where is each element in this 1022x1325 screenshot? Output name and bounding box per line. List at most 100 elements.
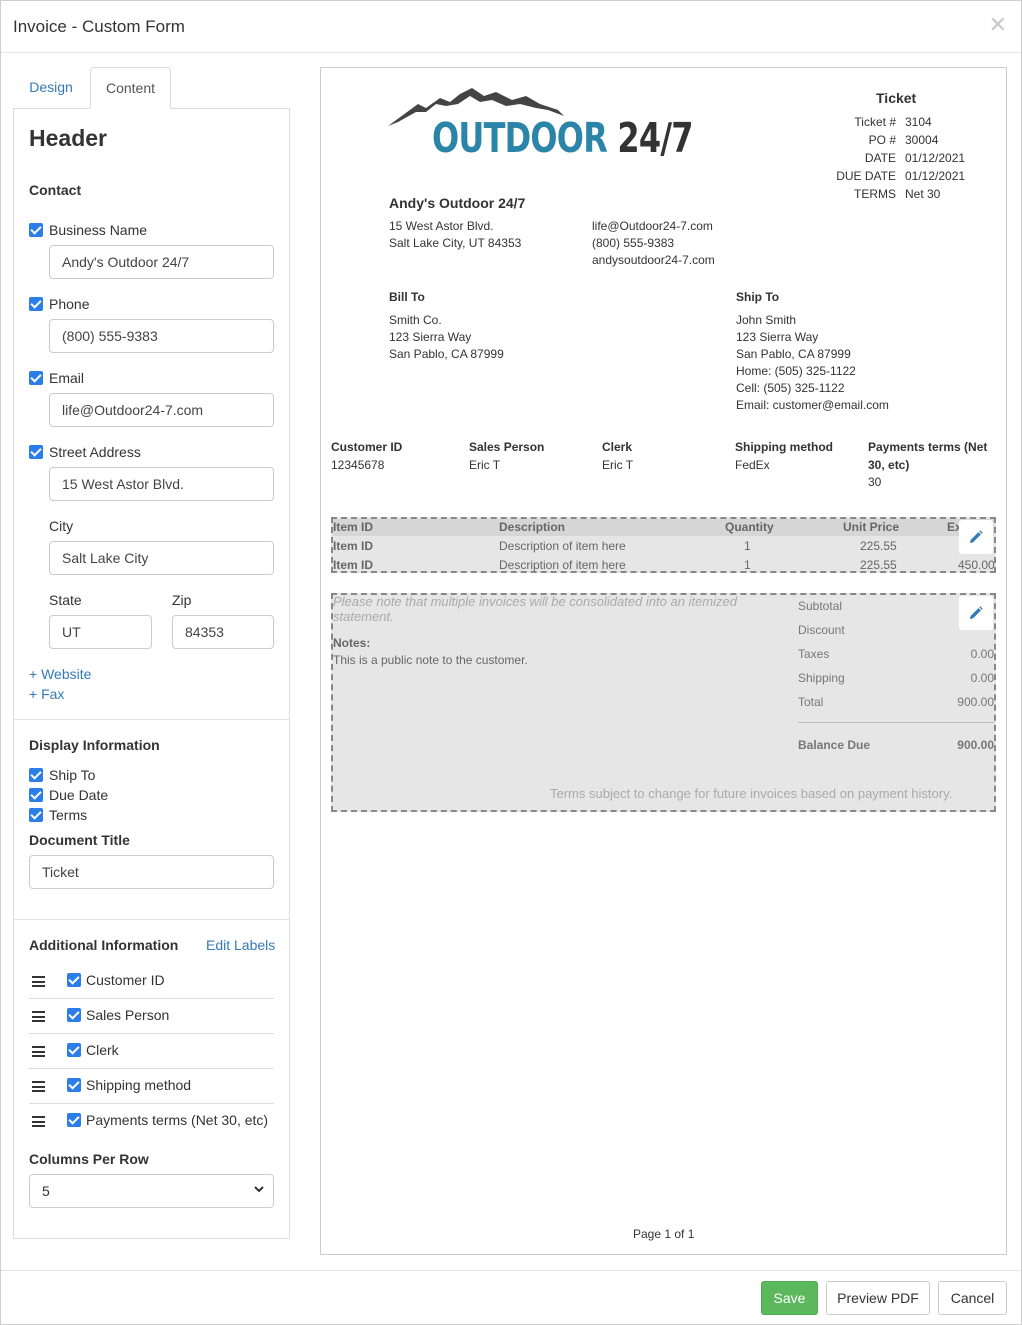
columns-per-row-label: Columns Per Row (29, 1151, 149, 1167)
checkbox-checked-icon[interactable] (67, 973, 81, 987)
checkbox-checked-icon[interactable] (29, 445, 43, 459)
meta-label: Ticket # (854, 115, 896, 129)
tab-design[interactable]: Design (13, 67, 89, 109)
sales-person-label: Sales Person (86, 1007, 170, 1023)
preview-pdf-button[interactable]: Preview PDF (826, 1281, 930, 1315)
email-checkbox[interactable]: Email (29, 369, 84, 387)
state-field[interactable]: UT (49, 615, 152, 649)
edit-totals-button[interactable] (959, 596, 993, 630)
checkbox-checked-icon[interactable] (67, 1008, 81, 1022)
business-website: andysoutdoor24-7.com (592, 253, 715, 267)
additional-item-row: Clerk (29, 1034, 274, 1069)
email-label: Email (49, 370, 85, 386)
street-address-checkbox[interactable]: Street Address (29, 443, 141, 461)
logo-text: OUTDOOR 24/7 (432, 114, 694, 162)
ship-to-line: 123 Sierra Way (736, 330, 819, 344)
terms-label: Terms (49, 807, 88, 823)
checkbox-checked-icon[interactable] (29, 297, 43, 311)
tab-bar: Design Content (13, 67, 290, 109)
checkbox-checked-icon[interactable] (67, 1043, 81, 1057)
ship-to-title: Ship To (736, 290, 780, 304)
document-title: Ticket (876, 90, 917, 106)
items-header-unit-price: Unit Price (843, 520, 900, 534)
drag-handle-icon[interactable] (32, 1081, 45, 1092)
cancel-button[interactable]: Cancel (938, 1281, 1007, 1315)
drag-handle-icon[interactable] (32, 976, 45, 987)
drag-handle-icon[interactable] (32, 1046, 45, 1057)
notes-label: Notes: (333, 636, 371, 650)
checkbox-checked-icon[interactable] (67, 1078, 81, 1092)
checkbox-checked-icon[interactable] (29, 223, 43, 237)
meta-value: Net 30 (905, 187, 941, 201)
info-label: 30, etc) (868, 458, 910, 472)
info-label: Customer ID (331, 440, 403, 454)
additional-info-title: Additional Information (29, 937, 179, 953)
subtotal-label: Subtotal (798, 599, 843, 613)
meta-value: 01/12/2021 (905, 151, 966, 165)
custom-form-dialog: Invoice - Custom Form ✕ Design Content H… (0, 0, 1022, 1325)
business-email: life@Outdoor24-7.com (592, 219, 713, 233)
business-name-label: Business Name (49, 222, 148, 238)
ship-to-line: Cell: (505) 325-1122 (736, 381, 845, 395)
document-title-field[interactable]: Ticket (29, 855, 274, 889)
item-quantity: 1 (744, 539, 751, 553)
ship-to-checkbox[interactable]: Ship To (29, 766, 95, 784)
pencil-icon (970, 606, 983, 619)
contact-section-title: Contact (29, 182, 82, 198)
columns-per-row-select[interactable]: 5 (29, 1174, 274, 1208)
checkbox-checked-icon[interactable] (29, 371, 43, 385)
checkbox-checked-icon[interactable] (29, 808, 43, 822)
logo-word: OUTDOOR (432, 114, 608, 162)
drag-handle-icon[interactable] (32, 1011, 45, 1022)
customer-id-label: Customer ID (86, 972, 165, 988)
drag-handle-icon[interactable] (32, 1116, 45, 1127)
city-label: City (49, 518, 74, 534)
street-address-field[interactable]: 15 West Astor Blvd. (49, 467, 274, 501)
due-date-checkbox[interactable]: Due Date (29, 786, 108, 804)
item-unit-price: 225.55 (860, 539, 897, 553)
line-items-section[interactable]: Item ID Description Quantity Unit Price … (331, 517, 996, 573)
shipping-label: Shipping (798, 671, 845, 685)
state-label: State (49, 592, 82, 608)
item-description: Description of item here (499, 539, 626, 553)
business-name-checkbox[interactable]: Business Name (29, 221, 147, 239)
checkbox-checked-icon[interactable] (67, 1113, 81, 1127)
phone-field[interactable]: (800) 555-9383 (49, 319, 274, 353)
address-line: Salt Lake City, UT 84353 (389, 236, 522, 250)
city-field[interactable]: Salt Lake City (49, 541, 274, 575)
total-value: 900.00 (957, 695, 994, 709)
meta-value: 3104 (905, 115, 932, 129)
logo-number: 24/7 (617, 114, 693, 162)
business-name-field[interactable]: Andy's Outdoor 24/7 (49, 245, 274, 279)
meta-label: TERMS (854, 187, 896, 201)
save-button[interactable]: Save (761, 1281, 818, 1315)
info-label: Clerk (602, 440, 633, 454)
tab-content[interactable]: Content (90, 67, 171, 109)
add-fax-link[interactable]: + Fax (29, 686, 64, 702)
dialog-footer-divider (1, 1270, 1021, 1271)
phone-checkbox[interactable]: Phone (29, 295, 89, 313)
email-field[interactable]: life@Outdoor24-7.com (49, 393, 274, 427)
edit-items-button[interactable] (959, 520, 993, 554)
checkbox-checked-icon[interactable] (29, 788, 43, 802)
dialog-header: Invoice - Custom Form ✕ (1, 1, 1021, 53)
total-label: Total (798, 695, 824, 709)
business-phone: (800) 555-9383 (592, 236, 675, 250)
totals-section[interactable]: Please note that multiple invoices will … (331, 593, 996, 812)
close-icon[interactable]: ✕ (989, 13, 1007, 37)
panel-heading: Header (29, 125, 107, 151)
meta-value: 30004 (905, 133, 939, 147)
item-id: Item ID (333, 558, 374, 572)
ship-to-line: Email: customer@email.com (736, 398, 889, 412)
edit-labels-link[interactable]: Edit Labels (206, 937, 275, 953)
divider (14, 919, 289, 920)
add-website-link[interactable]: + Website (29, 666, 91, 682)
zip-field[interactable]: 84353 (172, 615, 274, 649)
terms-checkbox[interactable]: Terms (29, 806, 87, 824)
checkbox-checked-icon[interactable] (29, 768, 43, 782)
items-header-description: Description (499, 520, 566, 534)
consolidation-note: statement. (333, 609, 394, 624)
totals-divider (798, 722, 994, 723)
divider (14, 719, 289, 720)
balance-due-label: Balance Due (798, 738, 871, 752)
